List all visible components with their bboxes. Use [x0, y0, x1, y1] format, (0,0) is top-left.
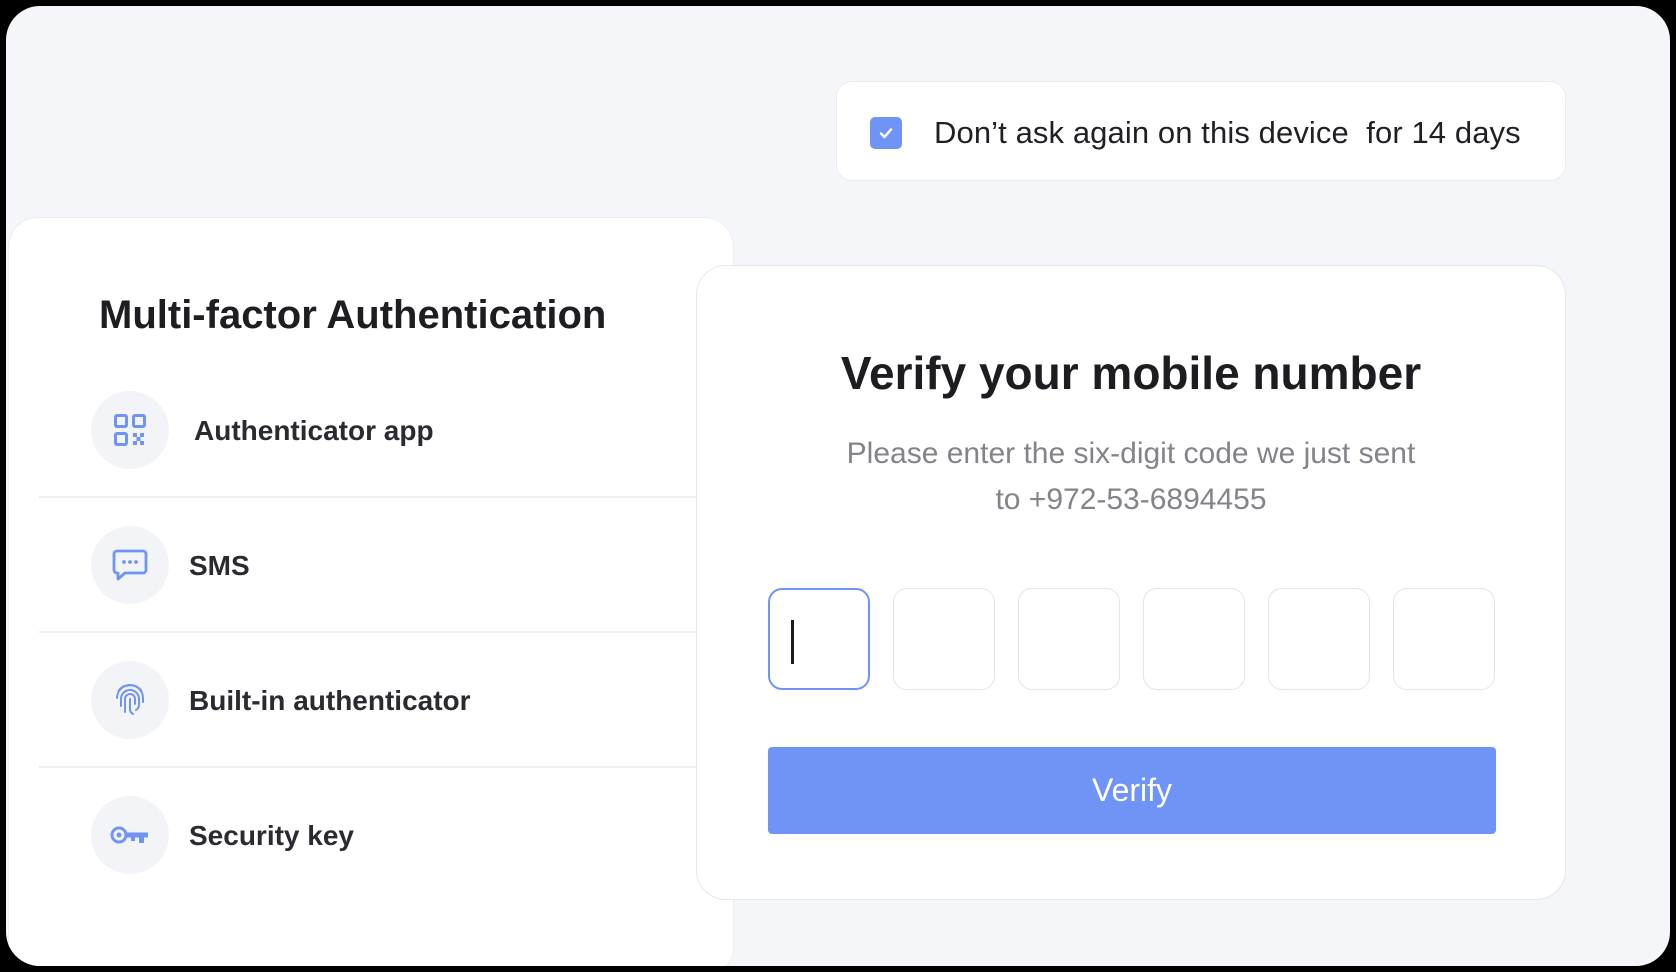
page-background: Don’t ask again on this device for 14 da…	[6, 6, 1670, 966]
verify-description-line-2: to +972-53-6894455	[995, 483, 1267, 516]
verify-card: Verify your mobile number Please enter t…	[696, 265, 1566, 900]
verify-description: Please enter the six-digit code we just …	[697, 431, 1565, 523]
method-authenticator-app[interactable]: Authenticator app	[39, 363, 699, 498]
key-icon	[91, 796, 169, 874]
method-built-in-authenticator[interactable]: Built-in authenticator	[39, 633, 699, 768]
text-cursor	[791, 620, 794, 664]
mfa-methods-panel: Multi-factor Authentication Authenticato…	[8, 217, 734, 966]
code-digit-6[interactable]	[1393, 588, 1495, 690]
code-digit-1[interactable]	[768, 588, 870, 690]
verify-description-line-1: Please enter the six-digit code we just …	[846, 437, 1416, 470]
remember-device-label: Don’t ask again on this device for 14 da…	[934, 115, 1521, 150]
qr-code-icon	[91, 391, 169, 469]
mfa-title: Multi-factor Authentication	[99, 293, 607, 337]
remember-device-checkbox[interactable]	[870, 117, 902, 149]
code-digit-3[interactable]	[1018, 588, 1120, 690]
verify-title: Verify your mobile number	[840, 347, 1422, 399]
code-digit-5[interactable]	[1268, 588, 1370, 690]
verify-button[interactable]: Verify	[768, 747, 1496, 834]
code-digit-2[interactable]	[893, 588, 995, 690]
remember-device-card: Don’t ask again on this device for 14 da…	[836, 81, 1566, 181]
message-icon	[91, 526, 169, 604]
code-input-row	[768, 588, 1496, 690]
fingerprint-icon	[91, 661, 169, 739]
checkmark-icon	[879, 128, 893, 139]
code-digit-4[interactable]	[1143, 588, 1245, 690]
method-label-security-key: Security key	[189, 820, 354, 851]
method-label-built-in-authenticator: Built-in authenticator	[189, 685, 471, 716]
method-sms[interactable]: SMS	[39, 498, 699, 633]
method-label-sms: SMS	[189, 550, 250, 581]
method-label-authenticator-app: Authenticator app	[194, 415, 434, 446]
method-security-key[interactable]: Security key	[39, 768, 699, 903]
